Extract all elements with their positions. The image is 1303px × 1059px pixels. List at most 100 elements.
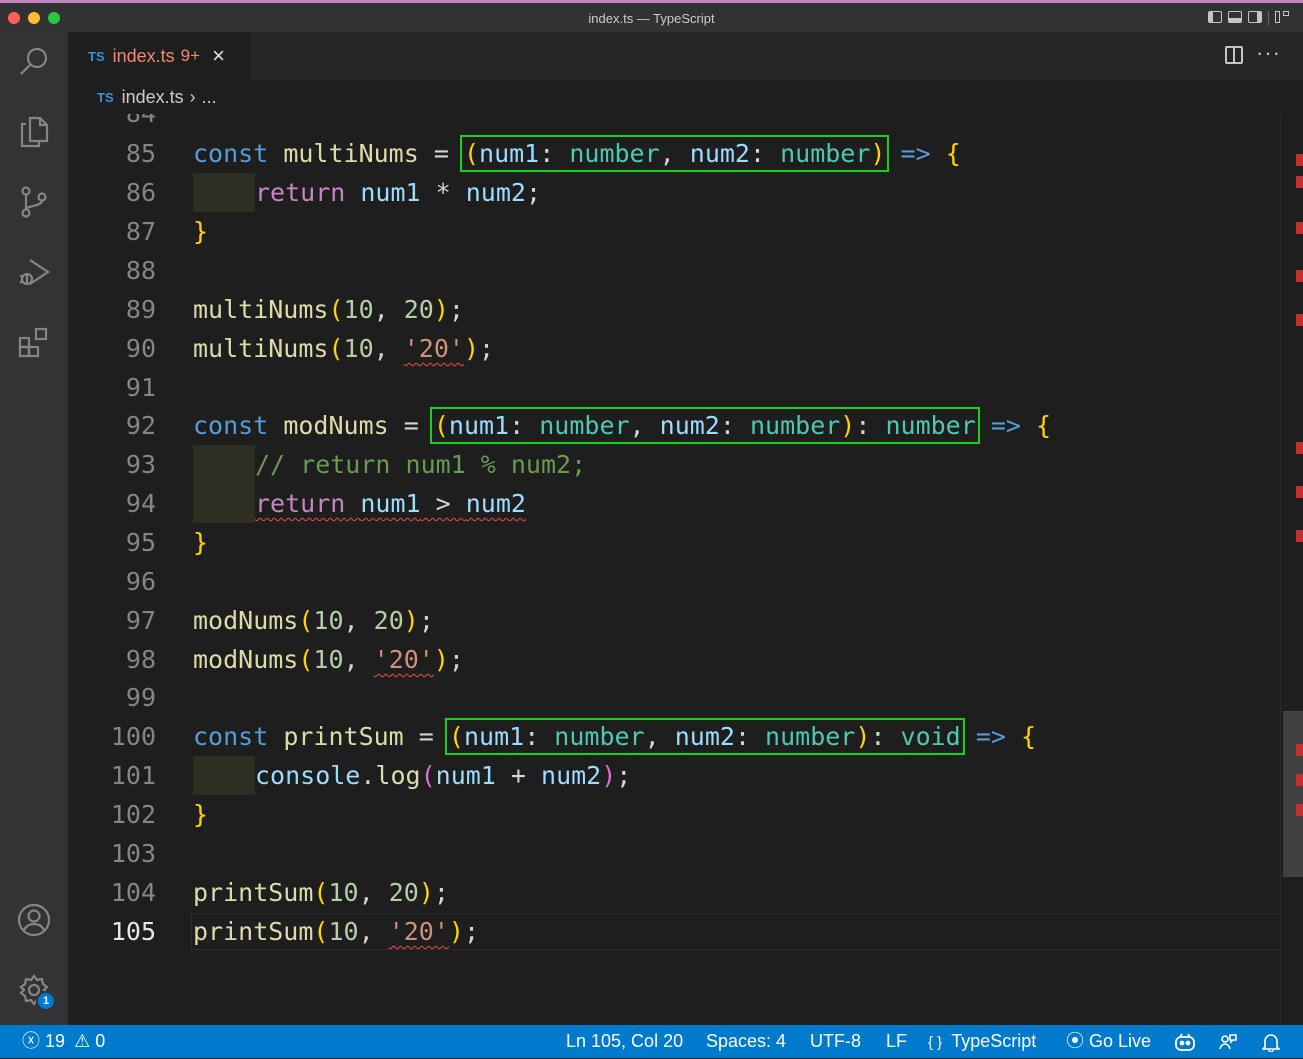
line-number: 99 xyxy=(125,683,156,712)
problems-status[interactable]: ⓧ 19 ⚠ 0 xyxy=(22,1025,105,1058)
error-marker xyxy=(1296,486,1303,498)
code-line: } xyxy=(193,800,209,829)
activity-bar: 1 xyxy=(0,32,68,1025)
error-marker xyxy=(1296,176,1303,188)
line-number-gutter: 84 85 86 87 88 89 90 91 92 93 94 95 96 9… xyxy=(68,114,156,1025)
code-line: modNums(10, '20'); xyxy=(193,645,464,674)
tab-index-ts[interactable]: TS index.ts 9+ × xyxy=(68,32,251,80)
code-line: return num1 > num2 xyxy=(193,484,526,523)
line-number: 85 xyxy=(125,139,156,168)
language-mode[interactable]: { } TypeScript xyxy=(928,1025,1036,1058)
language-label: TypeScript xyxy=(951,1031,1037,1051)
code-editor[interactable]: 84 85 86 87 88 89 90 91 92 93 94 95 96 9… xyxy=(68,114,1303,1025)
broadcast-icon: ⦿ xyxy=(1066,1031,1084,1051)
line-number: 97 xyxy=(125,606,156,635)
code-line: } xyxy=(193,217,209,246)
code-line: printSum(10, '20'); xyxy=(193,917,480,946)
error-marker xyxy=(1296,774,1303,786)
run-debug-icon[interactable] xyxy=(14,252,54,292)
toggle-secondary-sidebar-icon[interactable] xyxy=(1248,11,1262,23)
code-line: printSum(10, 20); xyxy=(193,878,449,907)
source-control-icon[interactable] xyxy=(14,182,54,222)
code-area[interactable]: const multiNums = (num1: number, num2: n… xyxy=(193,114,1281,1025)
customize-layout-icon[interactable] xyxy=(1275,11,1289,23)
line-number: 92 xyxy=(125,411,156,440)
type-annotation-highlight: (num1: number, num2: number) xyxy=(459,135,890,172)
copilot-icon[interactable] xyxy=(1174,1025,1196,1058)
gear-notification-badge: 1 xyxy=(36,991,56,1011)
type-annotation-highlight: (num1: number, num2: number): number xyxy=(429,407,980,444)
error-marker xyxy=(1296,222,1303,234)
error-marker xyxy=(1296,154,1303,166)
feedback-icon[interactable] xyxy=(1218,1025,1238,1058)
line-number: 98 xyxy=(125,645,156,674)
line-number: 94 xyxy=(125,489,156,518)
notifications-bell-icon[interactable] xyxy=(1261,1025,1281,1058)
extensions-icon[interactable] xyxy=(14,322,54,362)
indentation-status[interactable]: Spaces: 4 xyxy=(706,1025,786,1058)
braces-icon: { } xyxy=(928,1034,943,1051)
code-line: multiNums(10, '20'); xyxy=(193,334,495,363)
code-line: multiNums(10, 20); xyxy=(193,295,464,324)
typescript-file-icon: TS xyxy=(88,48,105,64)
more-actions-icon[interactable]: ··· xyxy=(1256,40,1281,66)
account-icon[interactable] xyxy=(14,900,54,940)
line-number: 96 xyxy=(125,567,156,596)
layout-divider xyxy=(1268,11,1269,25)
toggle-panel-icon[interactable] xyxy=(1228,11,1242,23)
error-marker xyxy=(1296,744,1303,756)
split-editor-icon[interactable] xyxy=(1225,46,1243,64)
warning-icon: ⚠ xyxy=(74,1031,91,1051)
line-number: 103 xyxy=(110,839,156,868)
title-bar: index.ts — TypeScript xyxy=(0,0,1303,32)
layout-controls xyxy=(1208,11,1289,25)
line-number: 90 xyxy=(125,334,156,363)
scrollbar-thumb[interactable] xyxy=(1283,711,1303,877)
error-icon: ⓧ xyxy=(22,1031,40,1051)
window-title: index.ts — TypeScript xyxy=(588,11,715,26)
code-line: const modNums = (num1: number, num2: num… xyxy=(193,407,1052,444)
tab-problem-count: 9+ xyxy=(180,46,201,65)
code-line: // return num1 % num2; xyxy=(193,445,586,484)
warning-count: 0 xyxy=(95,1031,106,1051)
breadcrumb-symbols[interactable]: ... xyxy=(202,87,217,108)
line-number: 84 xyxy=(68,114,156,133)
line-number: 91 xyxy=(125,373,156,402)
line-number-active: 105 xyxy=(110,917,156,946)
editor-tab-bar: TS index.ts 9+ × ··· xyxy=(68,32,1303,80)
encoding-status[interactable]: UTF-8 xyxy=(810,1025,861,1058)
toggle-primary-sidebar-icon[interactable] xyxy=(1208,11,1222,23)
code-line: modNums(10, 20); xyxy=(193,606,434,635)
code-line: } xyxy=(193,528,209,557)
error-marker xyxy=(1296,270,1303,282)
status-bar: ⓧ 19 ⚠ 0 Ln 105, Col 20 Spaces: 4 UTF-8 … xyxy=(0,1025,1303,1058)
close-icon[interactable]: × xyxy=(212,45,225,67)
cursor-position[interactable]: Ln 105, Col 20 xyxy=(566,1025,683,1058)
line-number: 104 xyxy=(110,878,156,907)
line-number: 101 xyxy=(110,761,156,790)
line-number: 87 xyxy=(125,217,156,246)
go-live-button[interactable]: ⦿ Go Live xyxy=(1066,1025,1151,1058)
line-number: 95 xyxy=(125,528,156,557)
chevron-right-icon: › xyxy=(189,86,196,107)
line-number: 88 xyxy=(125,256,156,285)
code-line: const printSum = (num1: number, num2: nu… xyxy=(193,718,1037,755)
code-line: console.log(num1 + num2); xyxy=(193,756,631,795)
line-number: 100 xyxy=(110,722,156,751)
search-icon[interactable] xyxy=(14,42,54,82)
tab-label: index.ts xyxy=(112,45,175,66)
eol-status[interactable]: LF xyxy=(886,1025,907,1058)
error-count: 19 xyxy=(45,1031,66,1051)
typescript-file-icon: TS xyxy=(97,89,114,105)
breadcrumb: TS index.ts › ... xyxy=(68,80,1303,114)
explorer-icon[interactable] xyxy=(14,112,54,152)
breadcrumb-file[interactable]: index.ts xyxy=(122,87,184,108)
line-number: 89 xyxy=(125,295,156,324)
line-number: 86 xyxy=(125,178,156,207)
code-line: const multiNums = (num1: number, num2: n… xyxy=(193,135,961,172)
error-marker xyxy=(1296,530,1303,542)
type-annotation-highlight: (num1: number, num2: number): void xyxy=(444,718,965,755)
vertical-scrollbar[interactable] xyxy=(1280,114,1303,1025)
error-marker xyxy=(1296,804,1303,816)
line-number: 93 xyxy=(125,450,156,479)
